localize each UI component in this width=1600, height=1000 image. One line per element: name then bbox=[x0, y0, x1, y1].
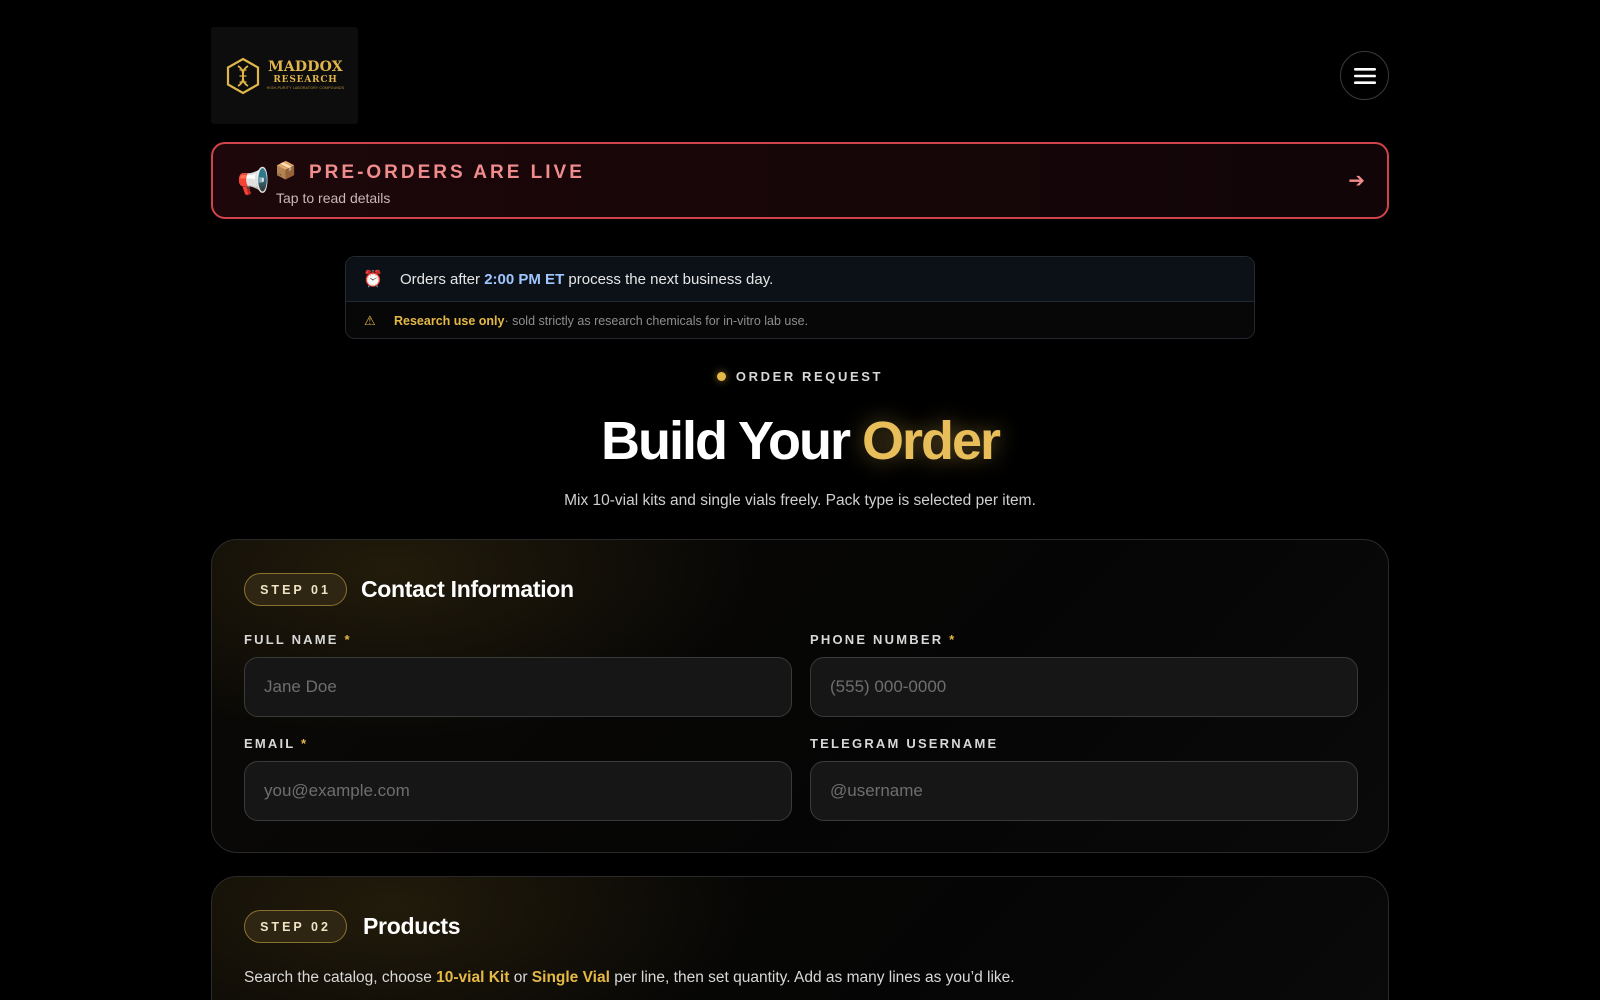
cutoff-suffix: process the next business day. bbox=[568, 270, 774, 288]
required-marker: * bbox=[949, 632, 957, 647]
eyebrow-label: ORDER REQUEST bbox=[735, 369, 884, 384]
page-title-accent: Order bbox=[861, 411, 1001, 471]
warning-icon: ⚠ bbox=[364, 312, 376, 328]
preorder-announcement-banner[interactable]: 📢 📦 PRE-ORDERS ARE LIVE Tap to read deta… bbox=[211, 142, 1389, 219]
logo-tagline: HIGH-PURITY LABORATORY COMPOUNDS bbox=[266, 86, 345, 91]
page-wrapper: MADDOX RESEARCH HIGH-PURITY LABORATORY C… bbox=[211, 0, 1389, 1000]
cutoff-notice: ⏰ Orders after 2:00 PM ET process the ne… bbox=[346, 257, 1254, 302]
alarm-clock-icon: ⏰ bbox=[363, 271, 383, 288]
full-name-label-text: FULL NAME bbox=[244, 632, 339, 647]
order-notice-box: ⏰ Orders after 2:00 PM ET process the ne… bbox=[345, 256, 1255, 339]
email-input[interactable] bbox=[244, 761, 792, 821]
step-badge: STEP 01 bbox=[244, 573, 347, 606]
email-label: EMAIL * bbox=[244, 736, 308, 751]
single-vial-option-highlight: Single Vial bbox=[531, 969, 610, 986]
telegram-username-input[interactable] bbox=[810, 761, 1358, 821]
logo-line1: MADDOX bbox=[268, 59, 343, 76]
logo-line2: RESEARCH bbox=[273, 75, 338, 86]
page-title-main: Build Your bbox=[600, 411, 862, 471]
step-badge: STEP 02 bbox=[244, 910, 347, 943]
phone-number-label: PHONE NUMBER * bbox=[810, 632, 956, 647]
package-icon: 📦 bbox=[275, 161, 297, 180]
cutoff-time: 2:00 PM ET bbox=[484, 270, 565, 288]
step-title: Contact Information bbox=[361, 576, 574, 602]
announcement-title: PRE-ORDERS ARE LIVE bbox=[309, 162, 585, 183]
full-name-input[interactable] bbox=[244, 657, 792, 717]
required-marker: * bbox=[344, 632, 352, 647]
page-subtitle: Mix 10-vial kits and single vials freely… bbox=[564, 492, 1036, 509]
telegram-username-label-text: TELEGRAM USERNAME bbox=[810, 736, 999, 751]
research-use-label: Research use only bbox=[394, 313, 505, 328]
logo-wordmark: MADDOX RESEARCH HIGH-PURITY LABORATORY C… bbox=[267, 60, 345, 91]
arrow-right-icon: ➔ bbox=[1348, 170, 1365, 192]
kit-option-highlight: 10-vial Kit bbox=[436, 969, 510, 986]
products-description: Search the catalog, choose 10-vial Kit o… bbox=[244, 969, 1015, 987]
cutoff-prefix: Orders after bbox=[400, 270, 481, 288]
contact-information-card: STEP 01 Contact Information FULL NAME * … bbox=[211, 539, 1389, 853]
required-marker: * bbox=[301, 736, 309, 751]
research-use-notice: ⚠ Research use only · sold strictly as r… bbox=[346, 302, 1254, 338]
full-name-label: FULL NAME * bbox=[244, 632, 352, 647]
page-title: Build Your Order bbox=[211, 410, 1389, 472]
announcement-subtitle: Tap to read details bbox=[276, 190, 391, 206]
brand-logo[interactable]: MADDOX RESEARCH HIGH-PURITY LABORATORY C… bbox=[211, 27, 358, 124]
products-desc-part1: Search the catalog, choose bbox=[244, 969, 437, 986]
dna-hexagon-icon bbox=[226, 57, 259, 94]
phone-number-input[interactable] bbox=[810, 657, 1358, 717]
phone-number-label-text: PHONE NUMBER bbox=[810, 632, 944, 647]
section-eyebrow: ORDER REQUEST bbox=[211, 369, 1389, 384]
megaphone-icon: 📢 bbox=[237, 166, 270, 196]
site-header: MADDOX RESEARCH HIGH-PURITY LABORATORY C… bbox=[211, 0, 1389, 128]
telegram-username-label: TELEGRAM USERNAME bbox=[810, 736, 998, 751]
email-label-text: EMAIL bbox=[244, 736, 296, 751]
products-card: STEP 02 Products Search the catalog, cho… bbox=[211, 876, 1389, 1000]
hamburger-menu-icon bbox=[1353, 67, 1376, 84]
products-desc-part3: per line, then set quantity. Add as many… bbox=[609, 969, 1015, 986]
research-use-text: · sold strictly as research chemicals fo… bbox=[504, 313, 809, 328]
eyebrow-dot-icon bbox=[716, 372, 726, 381]
step-title: Products bbox=[363, 913, 461, 939]
menu-button[interactable] bbox=[1340, 51, 1389, 100]
products-desc-part2: or bbox=[509, 969, 532, 986]
